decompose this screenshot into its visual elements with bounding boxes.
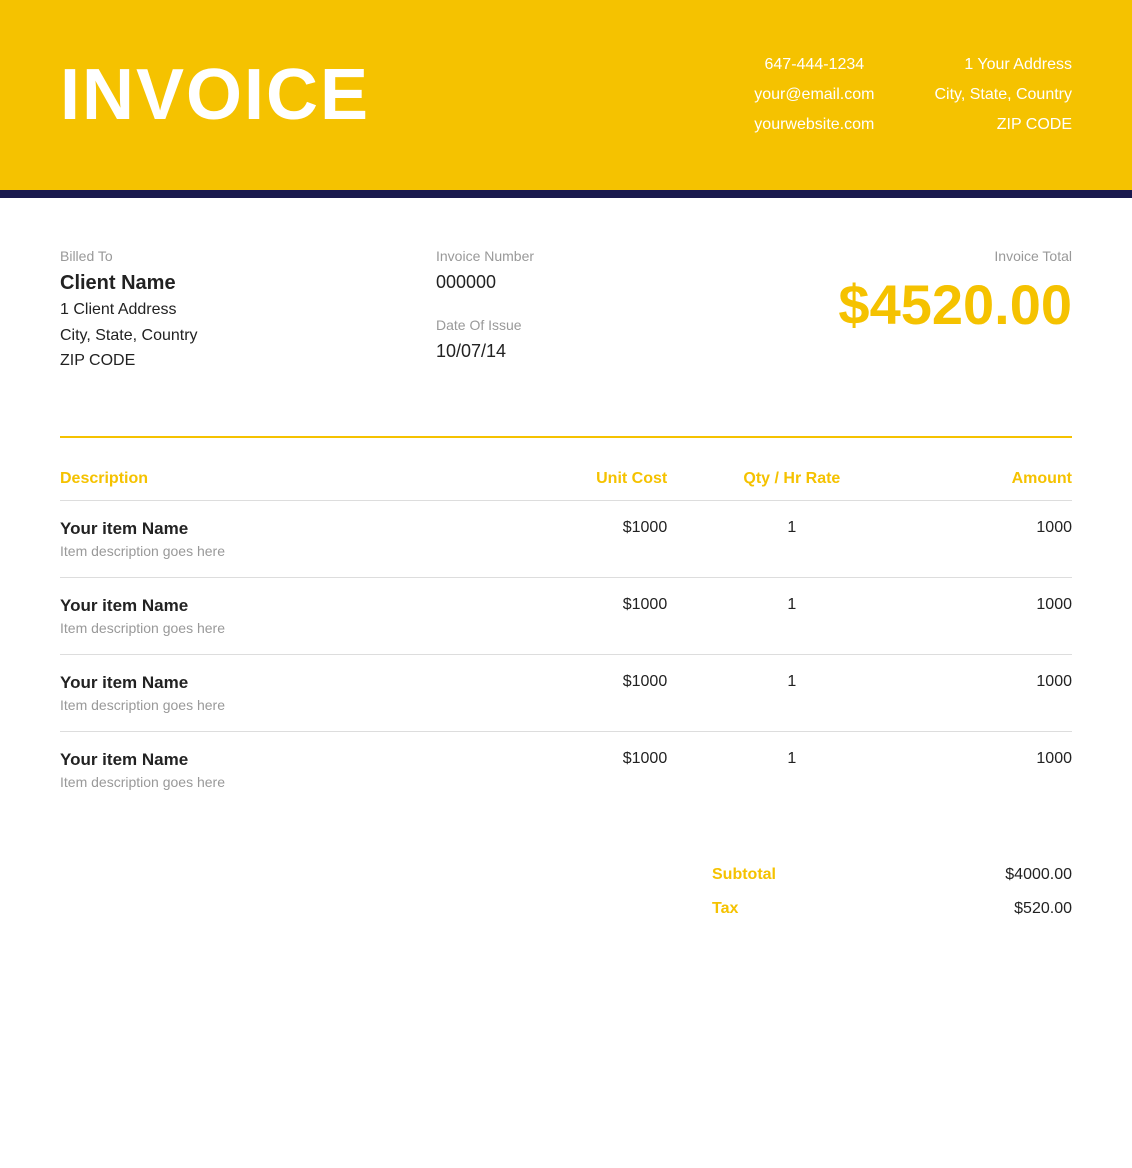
date-of-issue: 10/07/14 xyxy=(436,341,656,362)
item-desc: Item description goes here xyxy=(60,774,484,790)
header-contact-info: 647-444-1234 your@email.com yourwebsite.… xyxy=(754,53,874,137)
item-description-cell: Your item Name Item description goes her… xyxy=(60,732,484,809)
subtotal-value: $4000.00 xyxy=(1005,866,1072,884)
item-name: Your item Name xyxy=(60,596,484,616)
client-name: Client Name xyxy=(60,272,340,295)
item-qty: 1 xyxy=(667,732,916,809)
header-divider xyxy=(0,190,1132,198)
header-address-line1: 1 Your Address xyxy=(934,53,1072,77)
invoice-total-label: Invoice Total xyxy=(752,248,1072,264)
item-unit-cost: $1000 xyxy=(484,578,667,655)
invoice-content: Billed To Client Name 1 Client Address C… xyxy=(0,198,1132,986)
summary-section: Subtotal $4000.00 Tax $520.00 xyxy=(60,858,1072,926)
invoice-number-label: Invoice Number xyxy=(436,248,656,264)
item-amount: 1000 xyxy=(917,578,1072,655)
table-header-row: Description Unit Cost Qty / Hr Rate Amou… xyxy=(60,458,1072,501)
item-amount: 1000 xyxy=(917,732,1072,809)
item-description-cell: Your item Name Item description goes her… xyxy=(60,501,484,578)
table-row: Your item Name Item description goes her… xyxy=(60,655,1072,732)
header-email: your@email.com xyxy=(754,83,874,107)
table-row: Your item Name Item description goes her… xyxy=(60,578,1072,655)
tax-row: Tax $520.00 xyxy=(712,892,1072,926)
items-table: Description Unit Cost Qty / Hr Rate Amou… xyxy=(60,458,1072,808)
item-qty: 1 xyxy=(667,501,916,578)
invoice-number: 000000 xyxy=(436,272,656,293)
item-desc: Item description goes here xyxy=(60,697,484,713)
section-divider xyxy=(60,436,1072,438)
client-address: 1 Client Address xyxy=(60,297,340,323)
col-unit-cost: Unit Cost xyxy=(484,458,667,501)
table-row: Your item Name Item description goes her… xyxy=(60,732,1072,809)
item-qty: 1 xyxy=(667,578,916,655)
client-zip: ZIP CODE xyxy=(60,348,340,374)
invoice-title: INVOICE xyxy=(60,54,370,136)
item-amount: 1000 xyxy=(917,655,1072,732)
header-address: 1 Your Address City, State, Country ZIP … xyxy=(934,53,1072,137)
billed-to-label: Billed To xyxy=(60,248,340,264)
subtotal-label: Subtotal xyxy=(712,866,776,884)
date-of-issue-label: Date Of Issue xyxy=(436,317,656,333)
tax-label: Tax xyxy=(712,900,738,918)
header-address-line2: City, State, Country xyxy=(934,83,1072,107)
billing-section: Billed To Client Name 1 Client Address C… xyxy=(60,248,1072,386)
header-zip: ZIP CODE xyxy=(934,113,1072,137)
item-unit-cost: $1000 xyxy=(484,655,667,732)
item-desc: Item description goes here xyxy=(60,620,484,636)
header-phone: 647-444-1234 xyxy=(754,53,874,77)
col-qty: Qty / Hr Rate xyxy=(667,458,916,501)
header-contact: 647-444-1234 your@email.com yourwebsite.… xyxy=(754,53,1072,137)
item-unit-cost: $1000 xyxy=(484,732,667,809)
item-desc: Item description goes here xyxy=(60,543,484,559)
header-website: yourwebsite.com xyxy=(754,113,874,137)
col-description: Description xyxy=(60,458,484,501)
item-description-cell: Your item Name Item description goes her… xyxy=(60,655,484,732)
summary-table: Subtotal $4000.00 Tax $520.00 xyxy=(712,858,1072,926)
billed-to-block: Billed To Client Name 1 Client Address C… xyxy=(60,248,340,374)
item-unit-cost: $1000 xyxy=(484,501,667,578)
tax-value: $520.00 xyxy=(1014,900,1072,918)
item-description-cell: Your item Name Item description goes her… xyxy=(60,578,484,655)
col-amount: Amount xyxy=(917,458,1072,501)
client-city: City, State, Country xyxy=(60,323,340,349)
invoice-total-block: Invoice Total $4520.00 xyxy=(752,248,1072,337)
item-amount: 1000 xyxy=(917,501,1072,578)
item-name: Your item Name xyxy=(60,750,484,770)
item-name: Your item Name xyxy=(60,673,484,693)
invoice-meta-block: Invoice Number 000000 Date Of Issue 10/0… xyxy=(436,248,656,386)
item-name: Your item Name xyxy=(60,519,484,539)
table-row: Your item Name Item description goes her… xyxy=(60,501,1072,578)
invoice-header: INVOICE 647-444-1234 your@email.com your… xyxy=(0,0,1132,190)
subtotal-row: Subtotal $4000.00 xyxy=(712,858,1072,892)
item-qty: 1 xyxy=(667,655,916,732)
invoice-total-value: $4520.00 xyxy=(752,272,1072,337)
